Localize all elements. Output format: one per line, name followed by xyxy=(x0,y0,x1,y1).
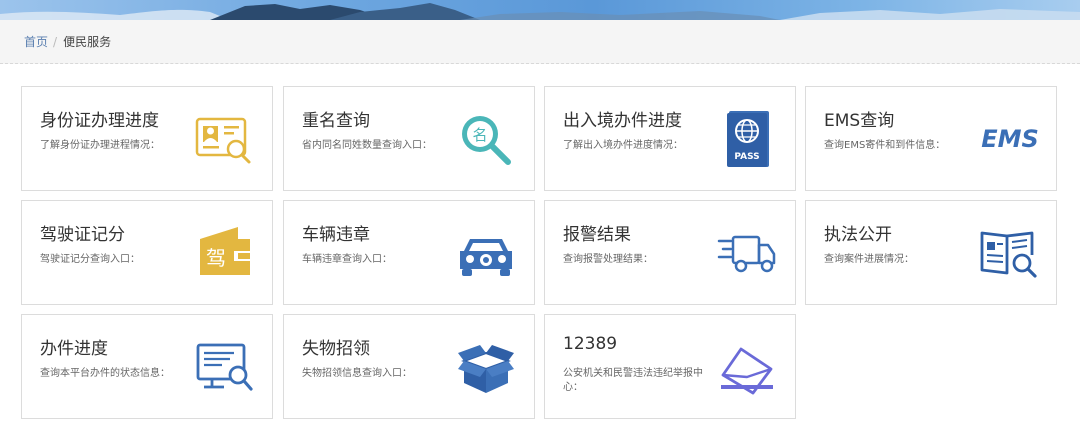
service-desc: 省内同名同姓数量查询入口： xyxy=(302,140,432,151)
service-card-case-progress[interactable]: 办件进度 查询本平台办件的状态信息： xyxy=(21,314,273,419)
svg-text:驾: 驾 xyxy=(206,246,226,270)
svg-text:PASS: PASS xyxy=(734,152,759,162)
id-card-search-icon xyxy=(194,111,254,167)
breadcrumb-separator: / xyxy=(53,34,58,49)
service-card-alarm-results[interactable]: 报警结果 查询报警处理结果： xyxy=(544,200,796,305)
service-desc: 查询报警处理结果： xyxy=(563,254,653,265)
ems-logo-icon: EMS xyxy=(978,111,1042,167)
service-card-license-points[interactable]: 驾驶证记分 驾驶证记分查询入口： 驾 xyxy=(21,200,273,305)
service-grid: 身份证办理进度 了解身份证办理进程情况： 重名查询 省内同名同姓数量查询入口： xyxy=(21,86,1061,421)
envelope-icon xyxy=(717,339,777,395)
service-title: 执法公开 xyxy=(824,225,892,245)
service-title: 车辆违章 xyxy=(302,225,370,245)
service-card-ems-query[interactable]: EMS查询 查询EMS寄件和到件信息： EMS xyxy=(805,86,1057,191)
service-desc: 了解身份证办理进程情况： xyxy=(40,140,160,151)
car-icon xyxy=(456,225,516,281)
service-card-law-enforcement-disclosure[interactable]: 执法公开 查询案件进展情况： xyxy=(805,200,1057,305)
mountain-banner-image xyxy=(0,3,1080,20)
service-desc: 驾驶证记分查询入口： xyxy=(40,254,140,265)
service-title: EMS查询 xyxy=(824,111,895,131)
svg-text:名: 名 xyxy=(472,126,487,144)
service-desc: 公安机关和民警违法违纪举报中心： xyxy=(563,368,703,393)
service-card-12389-report[interactable]: 12389 公安机关和民警违法违纪举报中心： xyxy=(544,314,796,419)
service-title: 失物招领 xyxy=(302,339,370,359)
breadcrumb-current: 便民服务 xyxy=(63,35,112,49)
name-magnifier-icon: 名 xyxy=(456,111,516,167)
service-title: 出入境办件进度 xyxy=(563,111,682,131)
service-card-lost-and-found[interactable]: 失物招领 失物招领信息查询入口： xyxy=(283,314,535,419)
service-desc: 查询本平台办件的状态信息： xyxy=(40,368,170,379)
service-desc: 查询EMS寄件和到件信息： xyxy=(824,140,946,151)
header-banner xyxy=(0,0,1080,20)
service-title: 重名查询 xyxy=(302,111,370,131)
open-box-icon xyxy=(456,339,516,395)
breadcrumb: 首页 / 便民服务 xyxy=(0,20,1080,64)
service-title: 12389 xyxy=(563,334,618,354)
service-desc: 查询案件进展情况： xyxy=(824,254,914,265)
service-desc: 车辆违章查询入口： xyxy=(302,254,392,265)
service-title: 驾驶证记分 xyxy=(40,225,125,245)
service-card-id-card-progress[interactable]: 身份证办理进度 了解身份证办理进程情况： xyxy=(21,86,273,191)
monitor-search-icon xyxy=(194,339,254,395)
delivery-truck-icon xyxy=(717,225,777,281)
service-card-vehicle-violations[interactable]: 车辆违章 车辆违章查询入口： xyxy=(283,200,535,305)
service-card-exit-entry-progress[interactable]: 出入境办件进度 了解出入境办件进度情况： PASS xyxy=(544,86,796,191)
service-title: 办件进度 xyxy=(40,339,108,359)
driver-license-icon: 驾 xyxy=(194,225,254,281)
service-title: 身份证办理进度 xyxy=(40,111,159,131)
passport-icon: PASS xyxy=(717,111,777,167)
service-title: 报警结果 xyxy=(563,225,631,245)
service-desc: 失物招领信息查询入口： xyxy=(302,368,412,379)
svg-text:EMS: EMS xyxy=(981,125,1039,153)
breadcrumb-home-link[interactable]: 首页 xyxy=(24,33,48,50)
service-card-name-query[interactable]: 重名查询 省内同名同姓数量查询入口： 名 xyxy=(283,86,535,191)
service-desc: 了解出入境办件进度情况： xyxy=(563,140,683,151)
book-search-icon xyxy=(978,225,1038,281)
